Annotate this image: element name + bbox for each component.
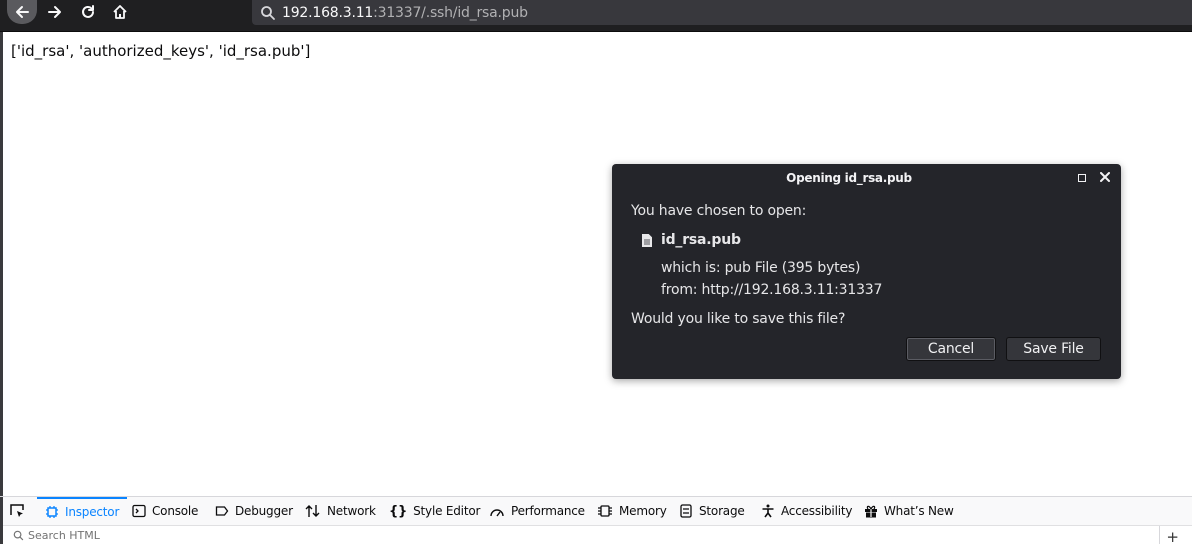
tab-inspector[interactable]: Inspector	[37, 497, 128, 525]
reload-button[interactable]	[76, 0, 100, 24]
url-host: 192.168.3.11	[282, 4, 374, 21]
cancel-button[interactable]: Cancel	[906, 337, 996, 361]
accessibility-icon	[761, 504, 775, 518]
tab-debugger[interactable]: Debugger	[215, 497, 293, 525]
save-question: Would you like to save this file?	[631, 311, 846, 327]
tab-memory[interactable]: Memory	[597, 497, 667, 525]
performance-icon	[489, 504, 505, 518]
tab-console[interactable]: Console	[132, 497, 198, 525]
maximize-icon[interactable]	[1078, 174, 1086, 182]
tab-label: Style Editor	[413, 504, 481, 518]
back-button[interactable]	[7, 0, 37, 24]
devtools-tabbar: Inspector Console Debugger Network {} St…	[3, 497, 1192, 526]
arrow-left-icon	[16, 6, 29, 18]
file-source-text: from: http://192.168.3.11:31337	[661, 282, 883, 298]
tab-label: Memory	[619, 504, 667, 518]
url-path: :31337/.ssh/id_rsa.pub	[373, 4, 528, 21]
storage-icon	[679, 504, 693, 518]
tab-network[interactable]: Network	[305, 497, 376, 525]
tab-whats-new[interactable]: What’s New	[864, 497, 954, 525]
tab-accessibility[interactable]: Accessibility	[761, 497, 852, 525]
network-icon	[305, 504, 321, 518]
search-icon	[260, 5, 276, 21]
tab-style-editor[interactable]: {} Style Editor	[389, 497, 480, 525]
console-icon	[132, 504, 146, 518]
search-icon	[13, 530, 24, 541]
url-bar[interactable]: 192.168.3.11:31337/.ssh/id_rsa.pub	[252, 0, 1192, 25]
divider	[1159, 526, 1160, 544]
tab-label: Debugger	[235, 504, 293, 518]
tab-label: Console	[152, 504, 199, 518]
reload-icon	[82, 5, 94, 18]
tab-label: Inspector	[65, 505, 120, 519]
arrow-right-icon	[48, 6, 61, 18]
window-edge	[0, 32, 3, 496]
file-type-text: which is: pub File (395 bytes)	[661, 260, 861, 276]
tab-label: Storage	[699, 504, 745, 518]
url-text: 192.168.3.11:31337/.ssh/id_rsa.pub	[282, 5, 528, 21]
tab-label: What’s New	[884, 504, 954, 518]
dialog-title: Opening id_rsa.pub	[786, 171, 912, 185]
browser-toolbar: 192.168.3.11:31337/.ssh/id_rsa.pub	[0, 0, 1192, 32]
page-body-text: ['id_rsa', 'authorized_keys', 'id_rsa.pu…	[11, 42, 311, 60]
file-icon	[642, 232, 652, 251]
file-name: id_rsa.pub	[661, 232, 741, 248]
style-editor-icon: {}	[389, 503, 408, 519]
add-node-icon[interactable]: +	[1166, 528, 1179, 546]
debugger-icon	[215, 504, 229, 518]
search-html-placeholder: Search HTML	[28, 528, 100, 542]
tab-label: Accessibility	[781, 504, 853, 518]
forward-button[interactable]	[42, 0, 68, 24]
search-html-row: Search HTML +	[3, 526, 1192, 546]
element-picker-button[interactable]	[9, 497, 31, 525]
inspector-icon	[45, 505, 59, 519]
tab-performance[interactable]: Performance	[489, 497, 585, 525]
chosen-text: You have chosen to open:	[631, 203, 807, 219]
tab-label: Performance	[511, 504, 585, 518]
search-html-input[interactable]: Search HTML	[13, 529, 100, 542]
home-button[interactable]	[107, 0, 133, 24]
whats-new-icon	[864, 504, 878, 518]
devtools-panel: Inspector Console Debugger Network {} St…	[0, 496, 1192, 546]
element-picker-icon	[9, 503, 25, 519]
tab-storage[interactable]: Storage	[679, 497, 745, 525]
tab-label: Network	[327, 504, 376, 518]
download-dialog: Opening id_rsa.pub You have chosen to op…	[612, 164, 1121, 379]
home-icon	[113, 5, 127, 19]
close-icon[interactable]	[1099, 170, 1111, 184]
memory-icon	[597, 504, 613, 518]
save-file-button[interactable]: Save File	[1006, 337, 1101, 361]
